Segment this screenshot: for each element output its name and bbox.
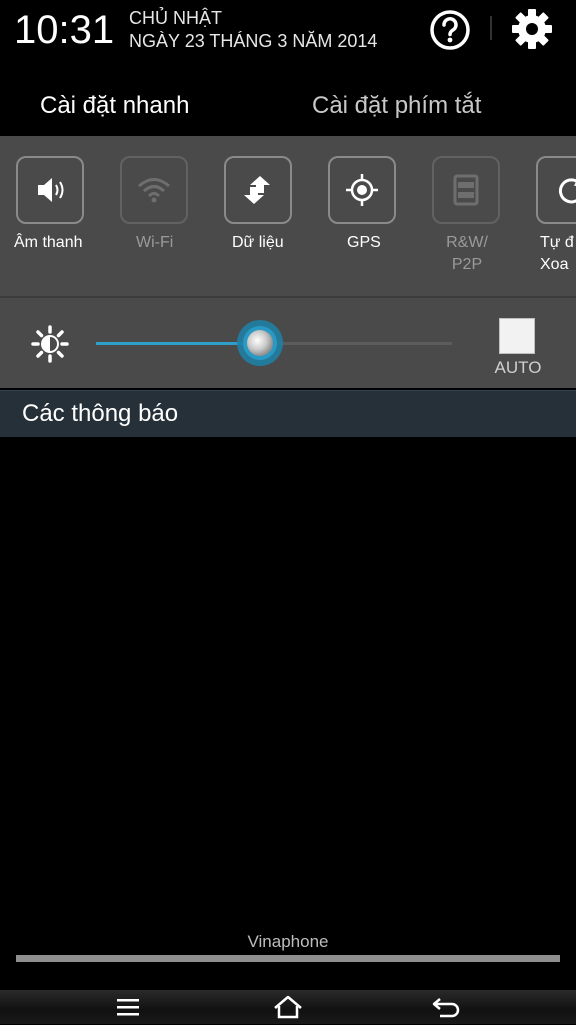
date-label: NGÀY 23 THÁNG 3 NĂM 2014 <box>129 31 378 51</box>
gps-label: GPS <box>347 234 381 251</box>
help-icon[interactable] <box>429 9 471 51</box>
header-divider <box>490 16 492 40</box>
data-transfer-icon[interactable] <box>224 156 292 224</box>
rotate-icon[interactable] <box>536 156 576 224</box>
quick-settings-panel: Âm thanh Wi-Fi Dữ liệu GPS R&W/ P2P Tự đ… <box>0 136 576 298</box>
rotate-label: Tự đ Xoa <box>540 234 574 273</box>
rw-p2p-label: R&W/ P2P <box>446 234 488 273</box>
sound-label: Âm thanh <box>14 234 83 251</box>
brightness-icon <box>30 324 70 364</box>
panel-drag-handle[interactable] <box>16 955 560 962</box>
brightness-slider-thumb[interactable] <box>236 319 284 367</box>
wifi-label: Wi-Fi <box>136 234 174 251</box>
rw-p2p-icon[interactable] <box>432 156 500 224</box>
gps-icon[interactable] <box>328 156 396 224</box>
auto-brightness-label: AUTO <box>494 358 542 377</box>
settings-tabs: Cài đặt nhanh Cài đặt phím tắt <box>0 70 576 136</box>
status-header: 10:31 CHỦ NHẬT NGÀY 23 THÁNG 3 NĂM 2014 <box>0 0 576 70</box>
back-icon[interactable] <box>428 994 468 1020</box>
notifications-header: Các thông báo <box>0 390 576 437</box>
weekday-label: CHỦ NHẬT <box>129 8 222 28</box>
brightness-panel: AUTO <box>0 298 576 388</box>
brightness-slider[interactable] <box>96 320 452 366</box>
tab-quick-settings[interactable]: Cài đặt nhanh <box>40 70 189 136</box>
navigation-bar <box>0 990 576 1024</box>
speaker-icon[interactable] <box>16 156 84 224</box>
carrier-label: Vinaphone <box>247 932 329 951</box>
clock-time: 10:31 <box>14 8 115 52</box>
menu-icon[interactable] <box>108 994 148 1020</box>
home-icon[interactable] <box>268 994 308 1020</box>
wifi-icon[interactable] <box>120 156 188 224</box>
notifications-title: Các thông báo <box>22 400 179 427</box>
gear-icon[interactable] <box>510 7 554 51</box>
auto-brightness-checkbox[interactable] <box>499 318 535 354</box>
data-label: Dữ liệu <box>232 234 284 251</box>
tab-shortcut-settings[interactable]: Cài đặt phím tắt <box>312 70 481 136</box>
